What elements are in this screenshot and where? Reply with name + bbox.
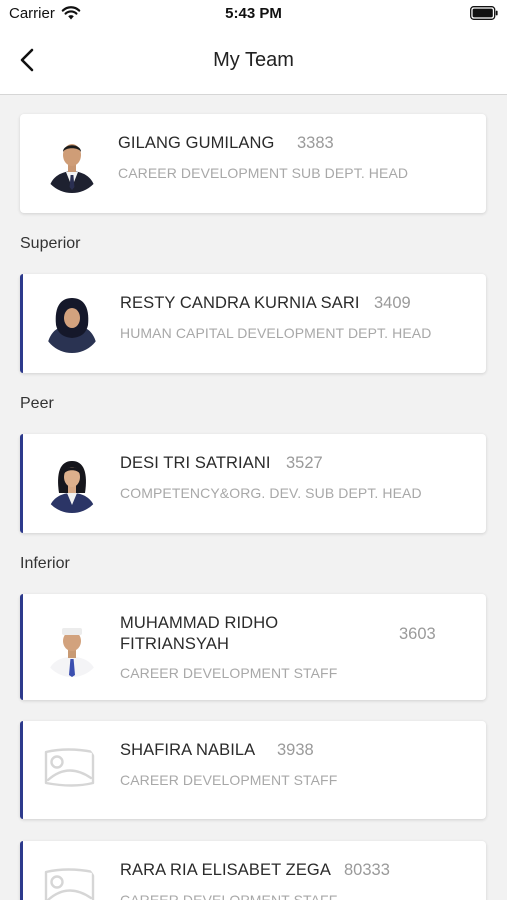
page-title: My Team — [213, 49, 294, 71]
clock: 5:43 PM — [225, 5, 282, 22]
section-label-peer: Peer — [20, 395, 54, 412]
member-name: RARA RIA ELISABET ZEGA — [120, 861, 331, 879]
inferior-card[interactable]: RARA RIA ELISABET ZEGA 80333 CAREER DEVE… — [20, 841, 486, 900]
member-name: MUHAMMAD RIDHO — [120, 614, 279, 632]
member-name: GILANG GUMILANG — [118, 134, 275, 152]
member-name: FITRIANSYAH — [120, 635, 229, 653]
current-user-card[interactable]: GILANG GUMILANG 3383 CAREER DEVELOPMENT … — [20, 114, 486, 213]
status-bar: Carrier 5:43 PM — [0, 0, 507, 28]
member-role: CAREER DEVELOPMENT SUB DEPT. HEAD — [118, 165, 409, 181]
member-name: DESI TRI SATRIANI — [120, 454, 271, 472]
member-role: CAREER DEVELOPMENT STAFF — [120, 892, 338, 900]
battery-icon — [470, 6, 498, 20]
avatar — [42, 453, 102, 513]
section-label-inferior: Inferior — [20, 555, 70, 572]
team-list: GILANG GUMILANG 3383 CAREER DEVELOPMENT … — [0, 95, 507, 900]
avatar — [42, 133, 102, 193]
inferior-card[interactable]: MUHAMMAD RIDHO FITRIANSYAH 3603 CAREER D… — [20, 594, 486, 700]
member-role: HUMAN CAPITAL DEVELOPMENT DEPT. HEAD — [120, 325, 432, 341]
avatar — [42, 617, 102, 677]
member-nik: 80333 — [344, 861, 390, 879]
member-nik: 3938 — [277, 741, 314, 759]
member-role: CAREER DEVELOPMENT STAFF — [120, 665, 338, 681]
inferior-card[interactable]: SHAFIRA NABILA 3938 CAREER DEVELOPMENT S… — [20, 721, 486, 819]
section-label-superior: Superior — [20, 235, 81, 252]
member-nik: 3603 — [399, 625, 436, 643]
nav-bar: My Team — [0, 28, 507, 95]
superior-card[interactable]: RESTY CANDRA KURNIA SARI 3409 HUMAN CAPI… — [20, 274, 486, 373]
avatar — [42, 293, 102, 353]
avatar-placeholder-icon — [38, 740, 98, 800]
member-nik: 3409 — [374, 294, 411, 312]
member-role: CAREER DEVELOPMENT STAFF — [120, 772, 338, 788]
member-role: COMPETENCY&ORG. DEV. SUB DEPT. HEAD — [120, 485, 422, 501]
member-name: SHAFIRA NABILA — [120, 741, 256, 759]
member-nik: 3527 — [286, 454, 323, 472]
member-name: RESTY CANDRA KURNIA SARI — [120, 294, 360, 312]
peer-card[interactable]: DESI TRI SATRIANI 3527 COMPETENCY&ORG. D… — [20, 434, 486, 533]
avatar-placeholder-icon — [38, 860, 98, 900]
member-nik: 3383 — [297, 134, 334, 152]
